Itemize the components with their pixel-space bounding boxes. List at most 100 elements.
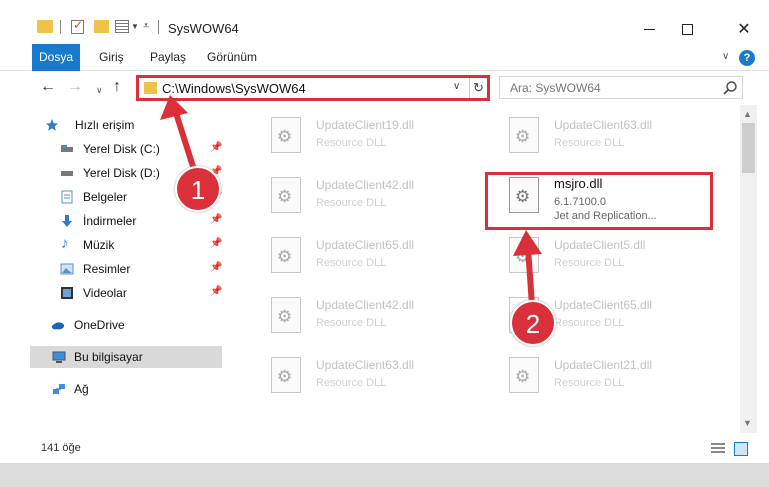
file-name: UpdateClient21.dll bbox=[554, 358, 653, 372]
file-list: UpdateClient19.dll Resource DLL UpdateCl… bbox=[229, 105, 740, 433]
dll-file-icon bbox=[271, 237, 301, 273]
file-name: UpdateClient63.dll bbox=[316, 358, 415, 372]
search-icon[interactable] bbox=[722, 80, 738, 96]
file-name: UpdateClient65.dll bbox=[554, 298, 653, 312]
sidebar-item-this-pc[interactable]: Bu bilgisayar bbox=[30, 346, 222, 368]
desktop-background bbox=[0, 463, 769, 487]
sidebar-item-label: Yerel Disk (C:) bbox=[83, 142, 160, 156]
file-description: Resource DLL bbox=[316, 317, 387, 329]
close-button[interactable]: ✕ bbox=[721, 14, 767, 44]
tab-file[interactable]: Dosya bbox=[32, 44, 80, 71]
cloud-icon bbox=[51, 322, 65, 330]
search-placeholder: Ara: SysWOW64 bbox=[510, 81, 601, 95]
file-description: Resource DLL bbox=[554, 137, 625, 149]
scroll-down-icon[interactable]: ▼ bbox=[743, 418, 752, 428]
sidebar-item-label: Resimler bbox=[83, 262, 131, 276]
sidebar-item-label: Yerel Disk (D:) bbox=[83, 166, 160, 180]
properties-icon[interactable] bbox=[71, 18, 84, 34]
file-name: UpdateClient65.dll bbox=[316, 238, 415, 252]
file-description: Resource DLL bbox=[316, 377, 387, 389]
back-button[interactable]: ← bbox=[40, 79, 56, 95]
expand-ribbon-icon[interactable]: ∨ bbox=[722, 51, 729, 62]
step-marker-2: 2 bbox=[510, 300, 556, 346]
large-icons-view-icon[interactable] bbox=[734, 442, 748, 456]
sidebar-item-network[interactable]: Ağ bbox=[30, 378, 222, 400]
up-button[interactable]: ↑ bbox=[113, 79, 121, 95]
videos-icon bbox=[61, 287, 73, 299]
refresh-button[interactable]: ↻ bbox=[469, 78, 487, 98]
details-view-icon[interactable] bbox=[711, 443, 725, 455]
network-icon bbox=[53, 384, 65, 394]
dll-file-icon bbox=[271, 357, 301, 393]
vertical-scrollbar[interactable]: ▲ ▼ bbox=[740, 105, 757, 433]
pin-icon[interactable]: 📌 bbox=[210, 214, 222, 225]
sidebar-item-videos[interactable]: Videolar 📌 bbox=[30, 282, 222, 304]
navigation-pane: Hızlı erişim Yerel Disk (C:) 📌 Yerel Dis… bbox=[0, 105, 229, 433]
file-item[interactable]: UpdateClient19.dll Resource DLL bbox=[249, 109, 469, 161]
tab-share[interactable]: Paylaş bbox=[150, 44, 186, 71]
forward-button[interactable]: → bbox=[67, 79, 83, 95]
tab-home[interactable]: Giriş bbox=[99, 44, 124, 71]
file-item[interactable]: UpdateClient42.dll Resource DLL bbox=[249, 289, 469, 341]
navigation-bar: ← → ∨ ↑ C:\Windows\SysWOW64 ∨ ↻ Ara: Sys… bbox=[0, 71, 769, 105]
dll-file-icon bbox=[271, 117, 301, 153]
file-highlight-box bbox=[485, 172, 713, 230]
maximize-button[interactable] bbox=[664, 14, 710, 44]
file-description: Resource DLL bbox=[554, 377, 625, 389]
chevron-down-icon[interactable]: ▼ bbox=[131, 22, 139, 31]
scroll-thumb[interactable] bbox=[742, 123, 755, 173]
address-path[interactable]: C:\Windows\SysWOW64 bbox=[162, 81, 306, 96]
sidebar-item-disk-c[interactable]: Yerel Disk (C:) 📌 bbox=[30, 138, 222, 160]
pin-icon[interactable]: 📌 bbox=[210, 262, 222, 273]
file-item[interactable]: UpdateClient5.dll Resource DLL bbox=[487, 229, 707, 281]
file-description: Resource DLL bbox=[316, 257, 387, 269]
music-icon: ♪ bbox=[61, 235, 69, 252]
file-description: Resource DLL bbox=[316, 197, 387, 209]
address-bar[interactable]: C:\Windows\SysWOW64 ∨ ↻ bbox=[136, 75, 490, 101]
pin-icon[interactable]: 📌 bbox=[210, 238, 222, 249]
file-name: UpdateClient63.dll bbox=[554, 118, 653, 132]
sidebar-item-label: İndirmeler bbox=[83, 214, 137, 228]
sidebar-item-music[interactable]: ♪ Müzik 📌 bbox=[30, 234, 222, 256]
file-name: UpdateClient42.dll bbox=[316, 298, 415, 312]
dll-file-icon bbox=[509, 237, 539, 273]
recent-locations-icon[interactable]: ∨ bbox=[96, 82, 103, 98]
step-marker-1: 1 bbox=[175, 166, 221, 212]
customize-toolbar-icon[interactable]: ⩡ bbox=[143, 20, 149, 33]
title-bar: ▼ ⩡ SysWOW64 ✕ bbox=[0, 0, 769, 44]
sidebar-item-onedrive[interactable]: OneDrive bbox=[30, 314, 222, 336]
computer-icon bbox=[52, 351, 66, 363]
search-input[interactable]: Ara: SysWOW64 bbox=[499, 76, 743, 99]
separator bbox=[158, 20, 159, 34]
folder-icon bbox=[144, 82, 157, 94]
maximize-icon bbox=[681, 23, 693, 35]
tab-view[interactable]: Görünüm bbox=[207, 44, 257, 71]
sidebar-item-label: Hızlı erişim bbox=[75, 118, 135, 132]
file-item[interactable]: UpdateClient42.dll Resource DLL bbox=[249, 169, 469, 221]
drive-icon bbox=[61, 145, 73, 152]
dll-file-icon bbox=[509, 117, 539, 153]
documents-icon bbox=[61, 190, 73, 204]
file-item[interactable]: UpdateClient65.dll Resource DLL bbox=[249, 229, 469, 281]
minimize-icon bbox=[643, 28, 655, 30]
file-name: UpdateClient19.dll bbox=[316, 118, 415, 132]
file-description: Resource DLL bbox=[316, 137, 387, 149]
dll-file-icon bbox=[271, 297, 301, 333]
file-item[interactable]: UpdateClient63.dll Resource DLL bbox=[487, 109, 707, 161]
file-item[interactable]: UpdateClient63.dll Resource DLL bbox=[249, 349, 469, 401]
sidebar-item-label: Müzik bbox=[83, 238, 115, 252]
file-item[interactable]: UpdateClient21.dll Resource DLL bbox=[487, 349, 707, 401]
sidebar-item-pictures[interactable]: Resimler 📌 bbox=[30, 258, 222, 280]
pin-icon[interactable]: 📌 bbox=[210, 286, 222, 297]
close-icon: ✕ bbox=[737, 21, 751, 38]
new-folder-icon[interactable] bbox=[94, 20, 109, 33]
item-count: 141 öğe bbox=[41, 442, 81, 454]
help-icon[interactable]: ? bbox=[739, 50, 755, 66]
sidebar-item-quick-access[interactable]: Hızlı erişim bbox=[30, 114, 222, 136]
pin-icon[interactable]: 📌 bbox=[210, 142, 222, 153]
sidebar-item-label: OneDrive bbox=[74, 318, 125, 332]
scroll-up-icon[interactable]: ▲ bbox=[743, 109, 752, 119]
view-icon[interactable] bbox=[115, 20, 129, 33]
sidebar-item-downloads[interactable]: İndirmeler 📌 bbox=[30, 210, 222, 232]
chevron-down-icon[interactable]: ∨ bbox=[453, 81, 460, 92]
